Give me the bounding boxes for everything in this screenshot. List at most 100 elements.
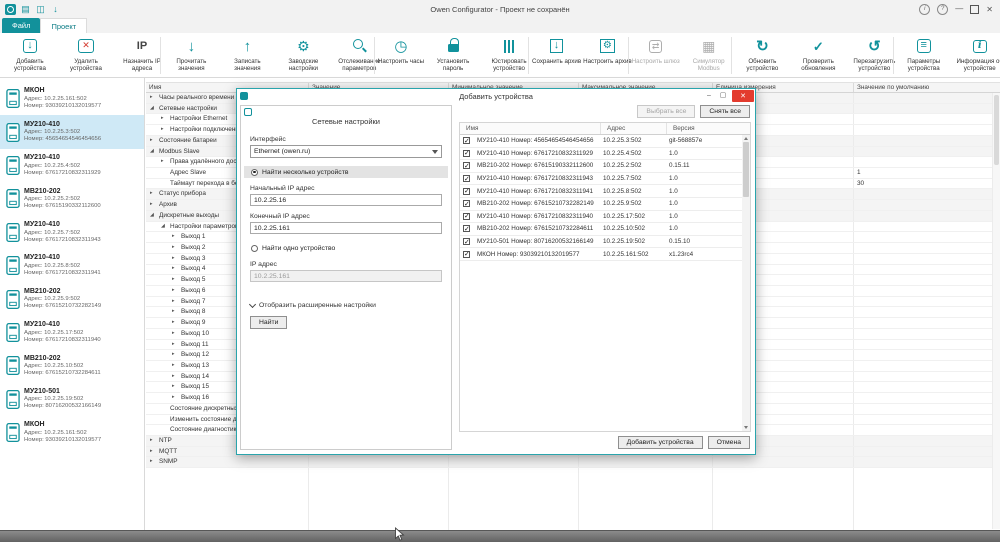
cancel-button[interactable]: Отмена bbox=[708, 436, 750, 449]
device-list-item[interactable]: МУ210-410 Адрес: 10.2.25.17:502 Номер: 6… bbox=[0, 316, 144, 349]
dialog-device-row[interactable]: МУ210-410 Номер: 67617210832311941 10.2.… bbox=[460, 185, 742, 198]
assign-ip-button[interactable]: Назначить IP адреса bbox=[114, 34, 170, 77]
column-header-default[interactable]: Значение по умолчанию bbox=[854, 83, 1000, 92]
tab-project[interactable]: Проект bbox=[40, 18, 87, 33]
expander-icon[interactable] bbox=[150, 136, 157, 146]
expander-icon[interactable] bbox=[150, 436, 157, 446]
expander-icon[interactable] bbox=[172, 340, 179, 350]
set-clock-button[interactable]: Настроить часы bbox=[377, 34, 425, 77]
dialog-device-row[interactable]: МУ210-410 Номер: 67617210832311929 10.2.… bbox=[460, 148, 742, 161]
device-list-item[interactable]: МУ210-501 Адрес: 10.2.25.19:502 Номер: 8… bbox=[0, 383, 144, 416]
select-all-button[interactable]: Выбрать все bbox=[637, 105, 695, 118]
device-list-item[interactable]: МУ210-410 Адрес: 10.2.25.7:502 Номер: 67… bbox=[0, 216, 144, 249]
dialog-column-version[interactable]: Версия bbox=[667, 123, 750, 134]
close-button[interactable] bbox=[986, 5, 993, 14]
read-values-button[interactable]: Прочитать значения bbox=[163, 34, 219, 77]
expander-icon[interactable] bbox=[161, 125, 168, 135]
expander-icon[interactable] bbox=[172, 350, 179, 360]
expander-icon[interactable] bbox=[172, 243, 179, 253]
expander-icon[interactable] bbox=[150, 200, 157, 210]
end-ip-input[interactable] bbox=[250, 222, 442, 234]
dialog-device-row[interactable]: МВ210-202 Номер: 67615210732282149 10.2.… bbox=[460, 198, 742, 211]
save-archive-button[interactable]: Сохранить архив bbox=[531, 34, 582, 77]
device-checkbox[interactable] bbox=[463, 238, 470, 245]
start-ip-input[interactable] bbox=[250, 194, 442, 206]
expander-icon[interactable] bbox=[150, 211, 157, 221]
device-checkbox[interactable] bbox=[463, 162, 470, 169]
expander-icon[interactable] bbox=[172, 275, 179, 285]
device-list-item[interactable]: МВ210-202 Адрес: 10.2.25.9:502 Номер: 67… bbox=[0, 282, 144, 315]
dialog-column-name[interactable]: Имя bbox=[460, 123, 601, 134]
expander-icon[interactable] bbox=[172, 382, 179, 392]
factory-settings-button[interactable]: Заводские настройки bbox=[275, 34, 331, 77]
deselect-all-button[interactable]: Снять все bbox=[700, 105, 750, 118]
device-list-item[interactable]: МВ210-202 Адрес: 10.2.25.10:502 Номер: 6… bbox=[0, 349, 144, 382]
advanced-settings-link[interactable]: Отобразить расширенные настройки bbox=[250, 302, 442, 309]
dialog-column-address[interactable]: Адрес bbox=[601, 123, 667, 134]
dialog-table-scrollbar[interactable] bbox=[742, 135, 750, 431]
scrollbar-thumb[interactable] bbox=[994, 95, 999, 165]
write-values-button[interactable]: Записать значения bbox=[219, 34, 275, 77]
radio-find-single[interactable]: Найти одно устройство bbox=[244, 242, 448, 254]
expander-icon[interactable] bbox=[172, 329, 179, 339]
expander-icon[interactable] bbox=[172, 265, 179, 275]
expander-icon[interactable] bbox=[172, 393, 179, 403]
expander-icon[interactable] bbox=[172, 254, 179, 264]
expander-icon[interactable] bbox=[150, 189, 157, 199]
expander-icon[interactable] bbox=[161, 157, 168, 167]
table-row[interactable]: SNMP bbox=[146, 457, 1000, 468]
expander-icon[interactable] bbox=[172, 232, 179, 242]
tab-file[interactable]: Файл bbox=[2, 18, 40, 33]
dialog-device-row[interactable]: МУ210-410 Номер: 67617210832311943 10.2.… bbox=[460, 173, 742, 186]
delete-devices-button[interactable]: Удалить устройства bbox=[58, 34, 114, 77]
dialog-device-row[interactable]: МУ210-410 Номер: 45654654546454656 10.2.… bbox=[460, 135, 742, 148]
device-checkbox[interactable] bbox=[463, 225, 470, 232]
expander-icon[interactable] bbox=[150, 104, 157, 114]
info-icon[interactable] bbox=[919, 4, 930, 15]
device-list-item[interactable]: МКОН Адрес: 10.2.25.161:502 Номер: 93039… bbox=[0, 416, 144, 449]
scroll-up-icon[interactable] bbox=[744, 137, 748, 140]
update-device-button[interactable]: Обновить устройство bbox=[734, 34, 790, 77]
device-checkbox[interactable] bbox=[463, 150, 470, 157]
check-updates-button[interactable]: Проверить обновления bbox=[790, 34, 846, 77]
expander-icon[interactable] bbox=[172, 307, 179, 317]
modbus-simulator-button[interactable]: Симулятор Modbus bbox=[681, 34, 737, 77]
expander-icon[interactable] bbox=[172, 286, 179, 296]
expander-icon[interactable] bbox=[172, 318, 179, 328]
device-list-item[interactable]: МКОН Адрес: 10.2.25.161:502 Номер: 93039… bbox=[0, 82, 144, 115]
radio-find-multiple[interactable]: Найти несколько устройств bbox=[244, 166, 448, 178]
expander-icon[interactable] bbox=[161, 114, 168, 124]
expander-icon[interactable] bbox=[172, 297, 179, 307]
configure-gateway-button[interactable]: Настроить шлюз bbox=[631, 34, 681, 77]
help-icon[interactable] bbox=[937, 4, 948, 15]
dialog-maximize-button[interactable] bbox=[716, 90, 730, 102]
device-checkbox[interactable] bbox=[463, 251, 470, 258]
main-vertical-scrollbar[interactable] bbox=[992, 93, 1000, 529]
dialog-close-button[interactable] bbox=[732, 90, 754, 102]
maximize-button[interactable] bbox=[970, 5, 979, 14]
device-checkbox[interactable] bbox=[463, 188, 470, 195]
set-password-button[interactable]: Установить пароль bbox=[425, 34, 481, 77]
import-project-icon[interactable] bbox=[50, 4, 61, 15]
new-project-icon[interactable] bbox=[20, 4, 31, 15]
scroll-down-icon[interactable] bbox=[744, 426, 748, 429]
configure-archive-button[interactable]: Настроить архив bbox=[582, 34, 633, 77]
device-list-item[interactable]: МВ210-202 Адрес: 10.2.25.2:502 Номер: 67… bbox=[0, 182, 144, 215]
save-project-icon[interactable] bbox=[35, 4, 46, 15]
expander-icon[interactable] bbox=[150, 447, 157, 457]
dialog-device-row[interactable]: МУ210-410 Номер: 67617210832311940 10.2.… bbox=[460, 211, 742, 224]
minimize-button[interactable] bbox=[955, 7, 963, 11]
dialog-device-row[interactable]: МКОН Номер: 93039210132019577 10.2.25.16… bbox=[460, 248, 742, 261]
dialog-device-row[interactable]: МВ210-202 Номер: 67615210732284611 10.2.… bbox=[460, 223, 742, 236]
dialog-device-row[interactable]: МУ210-501 Номер: 80716200532166149 10.2.… bbox=[460, 236, 742, 249]
device-checkbox[interactable] bbox=[463, 137, 470, 144]
expander-icon[interactable] bbox=[161, 222, 168, 232]
reboot-device-button[interactable]: Перезагрузить устройство bbox=[846, 34, 902, 77]
add-devices-confirm-button[interactable]: Добавить устройства bbox=[618, 436, 703, 449]
add-devices-button[interactable]: Добавить устройства bbox=[2, 34, 58, 77]
device-list-item[interactable]: МУ210-410 Адрес: 10.2.25.8:502 Номер: 67… bbox=[0, 249, 144, 282]
dialog-minimize-button[interactable] bbox=[702, 90, 716, 102]
device-list-item[interactable]: МУ210-410 Адрес: 10.2.25.3:502 Номер: 45… bbox=[0, 115, 144, 148]
expander-icon[interactable] bbox=[150, 93, 157, 103]
expander-icon[interactable] bbox=[172, 372, 179, 382]
